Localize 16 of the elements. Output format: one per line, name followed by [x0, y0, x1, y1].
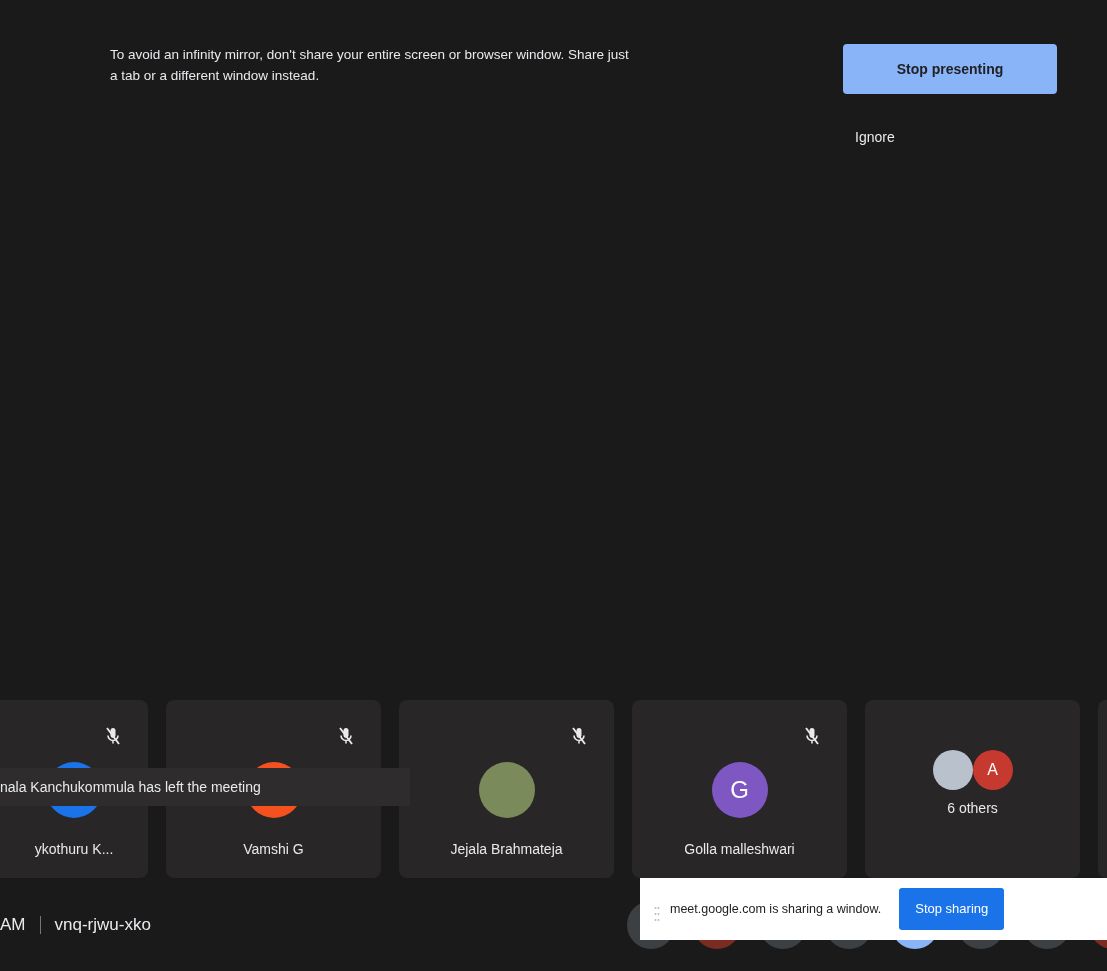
avatar: G: [711, 762, 768, 818]
ignore-button[interactable]: Ignore: [855, 127, 895, 148]
meeting-code: vnq-rjwu-xko: [54, 913, 151, 936]
participant-name: Vamshi G: [243, 840, 304, 859]
warning-message: To avoid an infinity mirror, don't share your entire screen or browser window. Share just a tab or a different window instead.: [110, 46, 630, 85]
photo-placeholder: [932, 750, 973, 790]
avatar: A: [972, 750, 1013, 790]
stop-presenting-button[interactable]: Stop presenting: [843, 44, 1057, 94]
participant-name: Golla malleshwari: [684, 840, 795, 859]
meeting-time: AM: [0, 913, 26, 936]
notification-toast: nala Kanchukommula has left the meeting: [0, 768, 410, 806]
participant-name: Jejala Brahmateja: [450, 840, 563, 859]
stop-sharing-button[interactable]: Stop sharing: [899, 888, 1005, 930]
others-count: 6 others: [947, 799, 998, 818]
sharing-message: meet.google.com is sharing a window.: [670, 900, 882, 918]
participant-name: ykothuru K...: [34, 840, 114, 859]
